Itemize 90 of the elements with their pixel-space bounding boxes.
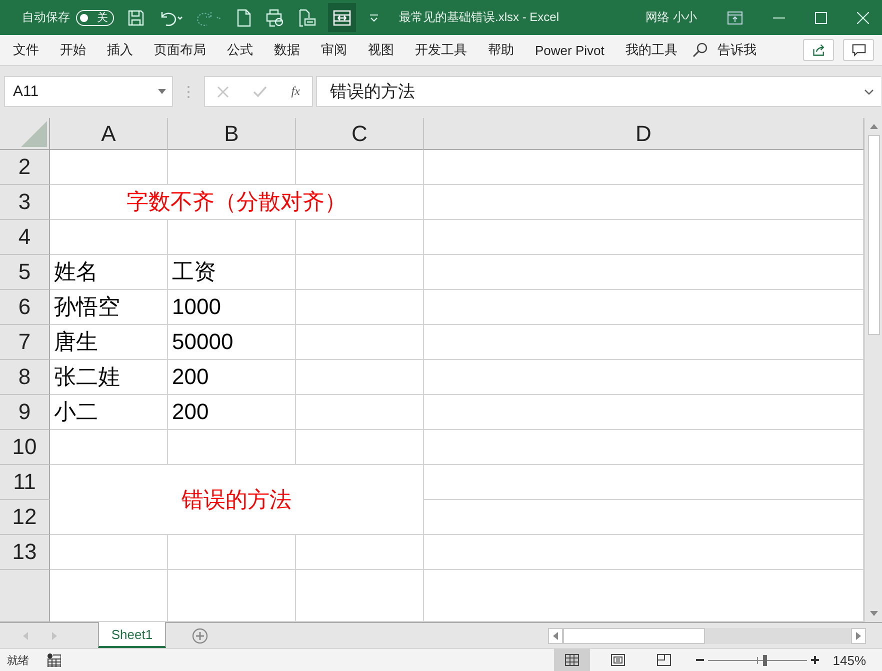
maximize-icon[interactable]: [815, 12, 827, 24]
column-header[interactable]: C: [296, 118, 424, 150]
print-icon[interactable]: [298, 8, 316, 26]
scroll-right-button[interactable]: [851, 628, 866, 644]
row-header[interactable]: 7: [0, 325, 50, 360]
row-header[interactable]: 3: [0, 185, 50, 220]
scrollbar-thumb[interactable]: [868, 135, 880, 335]
ribbon-tab[interactable]: 数据: [274, 34, 300, 66]
search-icon[interactable]: [692, 42, 708, 58]
zoom-out-icon[interactable]: [696, 656, 704, 664]
table-cell: 张二娃: [50, 360, 168, 395]
table-cell: 200: [168, 360, 296, 395]
table-cell: 孙悟空: [50, 290, 168, 325]
horizontal-scrollbar[interactable]: [548, 628, 866, 644]
user-name[interactable]: 网络 小小: [646, 9, 697, 26]
scrollbar-thumb[interactable]: [563, 628, 705, 644]
form-icon: [333, 10, 351, 26]
row-header[interactable]: 12: [0, 500, 50, 535]
normal-view-button[interactable]: [554, 649, 590, 671]
print-preview-icon[interactable]: [265, 8, 285, 26]
table-cell: 字数不齐（分散对齐）: [50, 185, 424, 220]
row-header[interactable]: 6: [0, 290, 50, 325]
ribbon-tab[interactable]: 我的工具: [625, 34, 678, 66]
left-arrow-icon: [553, 632, 558, 640]
table-cell: 姓名: [50, 255, 168, 290]
insert-function-button[interactable]: fx: [291, 84, 300, 99]
table-cell: 错误的方法: [50, 465, 424, 535]
table-cell: 200: [168, 395, 296, 430]
scroll-down-icon[interactable]: [870, 611, 878, 616]
status-text: 就绪: [7, 654, 29, 668]
ribbon-tab[interactable]: 开发工具: [415, 34, 467, 66]
tell-me-field[interactable]: 告诉我: [717, 41, 756, 59]
row-header[interactable]: 13: [0, 535, 50, 570]
share-button[interactable]: [803, 39, 834, 61]
zoom-level[interactable]: 145%: [832, 652, 866, 668]
row-header[interactable]: 10: [0, 430, 50, 465]
scroll-left-button[interactable]: [548, 628, 563, 644]
enter-icon: [253, 86, 268, 98]
customize-caret-icon[interactable]: [369, 14, 379, 22]
row-header[interactable]: 4: [0, 220, 50, 255]
vertical-scrollbar[interactable]: [864, 118, 882, 622]
row-header[interactable]: 9: [0, 395, 50, 430]
comment-icon: [852, 43, 866, 57]
column-header[interactable]: D: [424, 118, 864, 150]
row-header[interactable]: 5: [0, 255, 50, 290]
ribbon-tab[interactable]: 帮助: [488, 34, 514, 66]
formula-field[interactable]: 错误的方法: [316, 76, 881, 107]
grip-icon[interactable]: [187, 84, 190, 98]
table-cell: 小二: [50, 395, 168, 430]
autosave-label: 自动保存: [22, 9, 70, 26]
ribbon-tab[interactable]: 开始: [60, 34, 86, 66]
close-icon[interactable]: [857, 12, 869, 24]
ribbon-tab[interactable]: 视图: [368, 34, 394, 66]
autosave-toggle[interactable]: 关: [76, 10, 114, 26]
zoom-in-icon[interactable]: [810, 656, 819, 664]
zoom-slider[interactable]: [708, 654, 807, 666]
comments-button[interactable]: [843, 39, 874, 61]
scroll-up-icon[interactable]: [870, 124, 878, 129]
table-cell: 工资: [168, 255, 296, 290]
page-break-icon: [656, 654, 671, 666]
table-cell: 1000: [168, 290, 296, 325]
share-icon: [812, 43, 826, 57]
dropdown-caret-icon: [158, 89, 166, 94]
cancel-icon: [217, 86, 230, 98]
window-title: 最常见的基础错误.xlsx - Excel: [399, 9, 560, 26]
row-header[interactable]: 8: [0, 360, 50, 395]
ribbon-tab[interactable]: Power Pivot: [535, 34, 604, 66]
row-header[interactable]: 11: [0, 465, 50, 500]
column-header[interactable]: A: [50, 118, 168, 150]
table-cell: 唐生: [50, 325, 168, 360]
grid-icon: [564, 654, 579, 666]
ribbon-tab[interactable]: 公式: [227, 34, 253, 66]
ribbon-display-icon[interactable]: [727, 10, 743, 24]
ribbon-tab[interactable]: 文件: [13, 34, 39, 66]
new-file-icon[interactable]: [236, 8, 252, 26]
save-icon[interactable]: [127, 8, 145, 26]
ribbon-tab[interactable]: 审阅: [321, 34, 347, 66]
right-arrow-icon: [856, 632, 861, 640]
sheet-tab[interactable]: Sheet1: [98, 622, 166, 648]
expand-caret-icon[interactable]: [864, 88, 874, 94]
page-icon: [610, 654, 625, 666]
row-header[interactable]: 2: [0, 150, 50, 185]
form-button[interactable]: [328, 3, 356, 32]
macro-record-icon[interactable]: [47, 653, 61, 667]
add-sheet-icon[interactable]: [192, 628, 208, 644]
name-box[interactable]: A11: [4, 76, 173, 107]
ribbon-tab[interactable]: 插入: [107, 34, 133, 66]
table-cell: 50000: [168, 325, 296, 360]
ribbon-tab[interactable]: 页面布局: [154, 34, 206, 66]
column-header[interactable]: B: [168, 118, 296, 150]
